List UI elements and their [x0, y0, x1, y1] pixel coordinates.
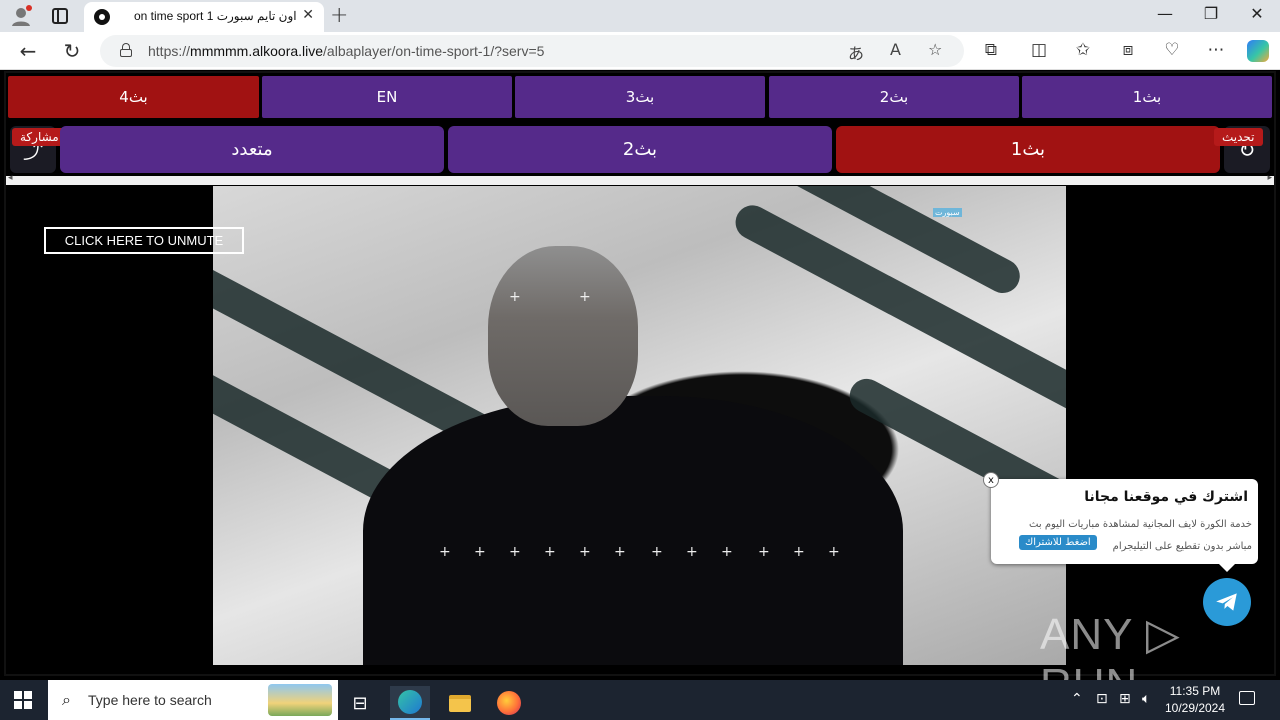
browser-toolbar: ← ↻ https://mmmmm.alkoora.live/albaplaye… [0, 32, 1280, 70]
browser-essentials-icon[interactable]: ♡ [1161, 40, 1183, 60]
volume-icon[interactable]: 🔈︎ [1142, 691, 1150, 707]
crosshair-mark: + [614, 544, 626, 560]
system-clock[interactable]: 11:35 PM 10/29/2024 [1160, 683, 1230, 717]
address-bar[interactable]: https://mmmmm.alkoora.live/albaplayer/on… [100, 35, 964, 67]
unmute-button[interactable]: CLICK HERE TO UNMUTE [44, 227, 244, 254]
tray-device-icon[interactable]: ⊡ [1096, 691, 1108, 707]
url-text[interactable]: https://mmmmm.alkoora.live/albaplayer/on… [148, 43, 544, 59]
horizontal-scrollbar[interactable]: ◂ ▸ [6, 173, 1274, 185]
server-button-en[interactable]: EN [262, 76, 512, 118]
folder-icon [449, 694, 471, 712]
copilot-icon[interactable] [1247, 40, 1269, 62]
taskbar-file-explorer[interactable] [440, 686, 480, 720]
favorite-star-icon[interactable]: ☆ [928, 40, 942, 59]
server-button-2[interactable]: بث2 [769, 76, 1019, 118]
soccer-ball-icon [94, 9, 110, 25]
popup-close-button[interactable]: x [983, 472, 999, 488]
favorites-icon[interactable]: ✩ [1072, 40, 1094, 60]
translate-icon[interactable]: あ [848, 40, 864, 64]
split-screen-icon[interactable]: ◫ [1028, 40, 1050, 60]
firefox-icon [497, 691, 521, 715]
network-icon[interactable]: ⊞ [1119, 691, 1131, 707]
crosshair-mark: + [439, 544, 451, 560]
crosshair-mark: + [793, 544, 805, 560]
quality-button-multi[interactable]: متعدد [60, 126, 444, 173]
popup-line-1: خدمة الكورة لايف المجانية لمشاهدة مباريا… [1029, 519, 1252, 530]
notification-center-icon[interactable] [1239, 691, 1255, 705]
web-page: بث4 EN بث3 بث2 بث1 ⤴ مشاركة متعدد بث2 بث… [0, 71, 1280, 709]
new-tab-button[interactable]: + [330, 3, 348, 28]
crosshair-mark: + [579, 544, 591, 560]
quality-button-2[interactable]: بث2 [448, 126, 832, 173]
windows-taskbar: ⌕ Type here to search ⊟ ⌃ ⊡ ⊞ 🔈︎ 11:35 P… [0, 680, 1280, 720]
windows-start-icon[interactable] [14, 691, 32, 709]
tab-title: on time sport 1 اون تايم سبورت [134, 9, 297, 23]
edge-icon [398, 690, 422, 714]
scroll-right-arrow-icon[interactable]: ▸ [1267, 173, 1272, 183]
scroll-left-arrow-icon[interactable]: ◂ [8, 173, 13, 183]
popup-title: اشترك في موقعنا مجانا [1084, 489, 1248, 505]
crosshair-mark: + [509, 544, 521, 560]
back-arrow-icon[interactable]: ← [16, 39, 40, 63]
crosshair-mark: + [579, 289, 591, 305]
tab-close-button[interactable]: ✕ [302, 7, 314, 23]
share-label: مشاركة [12, 128, 67, 146]
search-icon: ⌕ [62, 690, 71, 709]
quality-button-1[interactable]: بث1 [836, 126, 1220, 173]
crosshair-mark: + [828, 544, 840, 560]
reload-icon[interactable]: ↻ [60, 39, 84, 63]
read-aloud-icon[interactable]: A [890, 40, 901, 59]
extensions-icon[interactable]: ⧉ [980, 40, 1002, 60]
video-player[interactable]: + + + + + + + + + + + + + + ﺳﺒﻮﺭﺕ [213, 186, 1066, 665]
notification-dot [26, 5, 32, 11]
tab-actions-icon[interactable] [52, 8, 68, 24]
taskbar-edge[interactable] [390, 686, 430, 720]
refresh-label: تحديث [1214, 128, 1263, 146]
server-button-1[interactable]: بث1 [1022, 76, 1272, 118]
clock-time: 11:35 PM [1169, 684, 1221, 698]
browser-titlebar: on time sport 1 اون تايم سبورت ✕ + — ❐ ✕ [0, 0, 1280, 32]
crosshair-mark: + [544, 544, 556, 560]
browser-tab-active[interactable]: on time sport 1 اون تايم سبورت ✕ [84, 2, 324, 32]
taskbar-search-placeholder: Type here to search [88, 692, 212, 708]
crosshair-mark: + [758, 544, 770, 560]
task-view-icon[interactable]: ⊟ [340, 686, 380, 720]
close-window-button[interactable]: ✕ [1234, 4, 1280, 23]
popup-tail [1219, 564, 1235, 572]
subscribe-popup: x اشترك في موقعنا مجانا خدمة الكورة لايف… [983, 472, 1258, 572]
minimize-button[interactable]: — [1142, 4, 1188, 23]
collections-icon[interactable]: ⧈ [1117, 40, 1139, 60]
profile-icon[interactable] [10, 5, 32, 27]
crosshair-mark: + [509, 289, 521, 305]
person-head [488, 246, 638, 426]
crosshair-mark: + [686, 544, 698, 560]
server-button-3[interactable]: بث3 [515, 76, 765, 118]
subscribe-button[interactable]: اضغط للاشتراك [1019, 535, 1097, 550]
tray-overflow-icon[interactable]: ⌃ [1071, 691, 1083, 707]
crosshair-mark: + [721, 544, 733, 560]
clock-date: 10/29/2024 [1164, 701, 1226, 715]
more-options-icon[interactable]: ⋯ [1205, 40, 1227, 60]
maximize-button[interactable]: ❐ [1188, 4, 1234, 23]
lock-icon[interactable] [120, 43, 132, 57]
person-silhouette [363, 396, 903, 665]
channel-logo-tag: ﺳﺒﻮﺭﺕ [933, 208, 962, 217]
taskbar-firefox[interactable] [489, 686, 529, 720]
taskbar-search-box[interactable]: ⌕ Type here to search [48, 680, 338, 720]
server-button-4[interactable]: بث4 [8, 76, 259, 118]
search-highlight-image[interactable] [268, 684, 332, 716]
crosshair-mark: + [474, 544, 486, 560]
crosshair-mark: + [651, 544, 663, 560]
